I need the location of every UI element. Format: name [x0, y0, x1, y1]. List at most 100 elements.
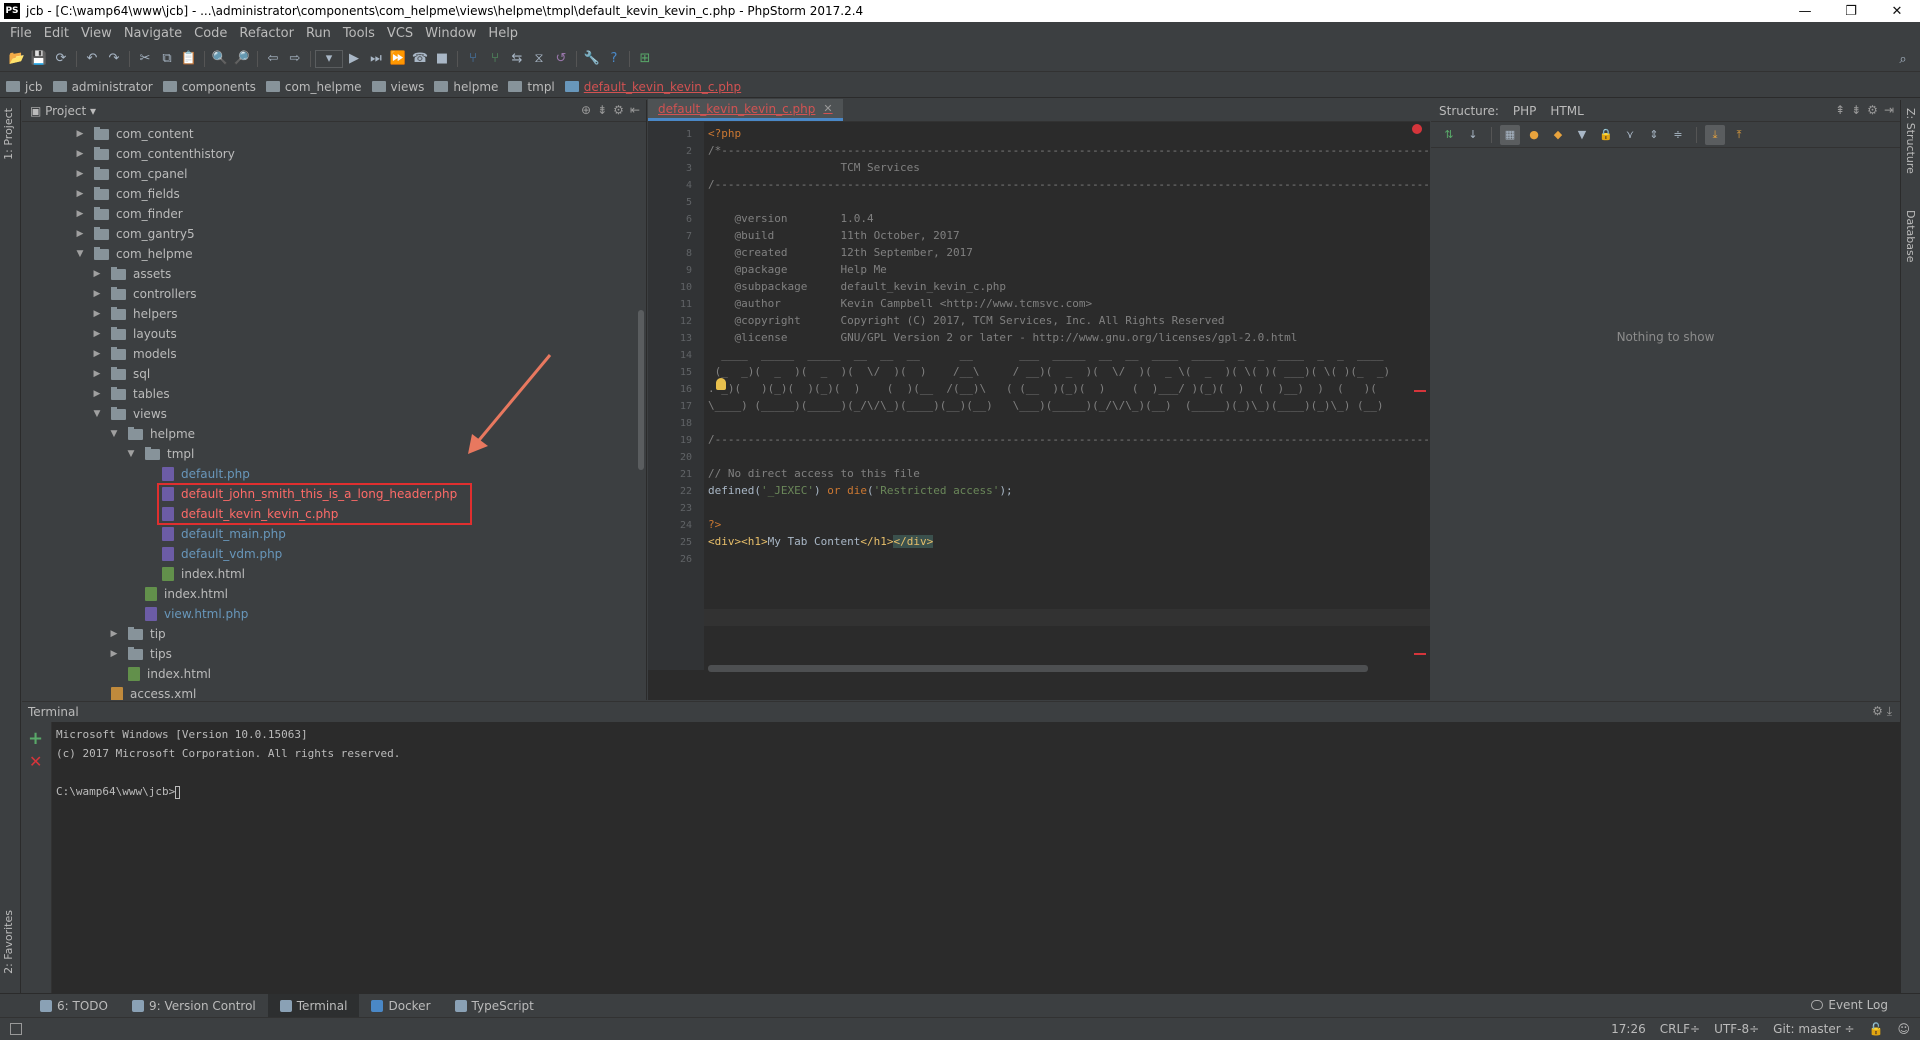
find-icon[interactable]: 🔍 [209, 48, 231, 70]
code-area[interactable]: <?php /*---------------------------------… [708, 122, 1430, 670]
git-branch-selector[interactable]: Git: master ÷ [1773, 1022, 1854, 1036]
menu-file[interactable]: File [4, 26, 38, 41]
sync-icon[interactable]: ⟳ [50, 48, 72, 70]
autoscroll-to-source-icon[interactable]: ⤓ [1705, 124, 1725, 145]
autoscroll-from-source-icon[interactable]: ⤒ [1729, 125, 1749, 145]
crumb-current-file[interactable]: default_kevin_kevin_c.php [564, 80, 751, 94]
collapsed-arrow-icon[interactable]: ▶ [91, 369, 103, 379]
tree-folder[interactable]: ▶ helpers [22, 304, 646, 324]
debug-icon[interactable]: ⏭ [365, 48, 387, 70]
menu-refactor[interactable]: Refactor [233, 26, 300, 41]
tree-folder[interactable]: ▶ layouts [22, 324, 646, 344]
tree-folder[interactable]: ▶ tips [22, 644, 646, 664]
menu-navigate[interactable]: Navigate [118, 26, 188, 41]
run-config-dropdown[interactable]: ▾ [315, 49, 343, 68]
favorites-tool-tab[interactable]: 2: Favorites [2, 910, 15, 974]
redo-icon[interactable]: ↷ [103, 48, 125, 70]
help-icon[interactable]: ? [603, 48, 625, 70]
tree-file[interactable]: index.html [22, 564, 646, 584]
menu-view[interactable]: View [75, 26, 118, 41]
close-tab-icon[interactable]: ✕ [823, 102, 832, 115]
collapsed-arrow-icon[interactable]: ▶ [74, 129, 86, 139]
show-private-icon[interactable]: 🔒 [1596, 125, 1616, 145]
hide-panel-icon[interactable]: ⤓ [1887, 704, 1892, 718]
project-tool-tab[interactable]: 1: Project [2, 108, 15, 160]
crumb-jcb[interactable]: jcb [6, 80, 53, 94]
tree-file[interactable]: access.xml [22, 684, 646, 700]
show-includes-icon[interactable]: ⋎ [1620, 125, 1640, 145]
tree-file[interactable]: index.html [22, 664, 646, 684]
undo-icon[interactable]: ↶ [81, 48, 103, 70]
vcs-history-icon[interactable]: ⧖ [528, 48, 550, 70]
collapsed-arrow-icon[interactable]: ▶ [91, 289, 103, 299]
menu-vcs[interactable]: VCS [381, 26, 419, 41]
gear-icon[interactable]: ⚙ [1872, 704, 1883, 718]
collapsed-arrow-icon[interactable]: ▶ [74, 169, 86, 179]
structure-tab-php[interactable]: PHP [1513, 104, 1537, 118]
listen-debug-icon[interactable]: ☎ [409, 48, 431, 70]
save-all-icon[interactable]: 💾 [28, 48, 50, 70]
crumb-administrator[interactable]: administrator [52, 80, 163, 94]
menu-edit[interactable]: Edit [38, 26, 75, 41]
terminal-output[interactable]: Microsoft Windows [Version 10.0.15063] (… [56, 728, 400, 804]
show-fields-icon[interactable]: ● [1524, 125, 1544, 145]
expand-all-icon[interactable]: ⇞ [1835, 103, 1845, 117]
lock-icon[interactable]: 🔓 [1869, 1022, 1884, 1036]
plugin-icon[interactable]: ⊞ [634, 48, 656, 70]
event-log-button[interactable]: Event Log [1811, 998, 1888, 1012]
show-constants-icon[interactable]: ◆ [1548, 125, 1568, 145]
menu-run[interactable]: Run [300, 26, 337, 41]
vcs-update-icon[interactable]: ⑂ [462, 48, 484, 70]
tree-file[interactable]: view.html.php [22, 604, 646, 624]
typescript-tab[interactable]: TypeScript [443, 994, 546, 1018]
copy-icon[interactable]: ⧉ [156, 48, 178, 70]
menu-help[interactable]: Help [482, 26, 524, 41]
todo-tab[interactable]: 6: TODO [28, 994, 120, 1018]
open-folder-icon[interactable]: 📂 [6, 48, 28, 70]
crumb-views[interactable]: views [371, 80, 435, 94]
forward-icon[interactable]: ⇨ [284, 48, 306, 70]
minimize-button[interactable]: — [1782, 0, 1828, 22]
project-view-selector[interactable]: ▣ Project ▾ [30, 104, 96, 118]
tree-folder[interactable]: ▶ com_fields [22, 184, 646, 204]
tree-folder[interactable]: ▶ com_cpanel [22, 164, 646, 184]
close-session-icon[interactable]: ✕ [29, 752, 42, 771]
tree-folder[interactable]: ▶ assets [22, 264, 646, 284]
sort-alpha-icon[interactable]: ↓ [1463, 125, 1483, 145]
gear-icon[interactable]: ⚙ [1867, 103, 1878, 117]
line-separator-selector[interactable]: CRLF÷ [1660, 1022, 1700, 1036]
database-tool-tab[interactable]: Database [1904, 210, 1917, 263]
close-window-button[interactable]: ✕ [1874, 0, 1920, 22]
paste-icon[interactable]: 📋 [178, 48, 200, 70]
collapsed-arrow-icon[interactable]: ▶ [91, 269, 103, 279]
error-stripe-marker[interactable] [1414, 390, 1426, 392]
replace-icon[interactable]: 🔎 [231, 48, 253, 70]
hide-panel-icon[interactable]: ⇤ [630, 103, 640, 117]
run-icon[interactable]: ▶ [343, 48, 365, 70]
new-session-icon[interactable]: + [28, 728, 43, 749]
collapsed-arrow-icon[interactable]: ▶ [91, 389, 103, 399]
collapsed-arrow-icon[interactable]: ▶ [74, 189, 86, 199]
tree-file[interactable]: default_main.php [22, 524, 646, 544]
expanded-arrow-icon[interactable]: ▼ [125, 449, 137, 459]
project-scrollbar[interactable] [638, 310, 644, 470]
terminal-tab[interactable]: Terminal [267, 993, 360, 1018]
crumb-helpme[interactable]: helpme [434, 80, 508, 94]
collapsed-arrow-icon[interactable]: ▶ [108, 649, 120, 659]
vcs-revert-icon[interactable]: ↺ [550, 48, 572, 70]
settings-wrench-icon[interactable]: 🔧 [581, 48, 603, 70]
tree-file[interactable]: default_vdm.php [22, 544, 646, 564]
collapsed-arrow-icon[interactable]: ▶ [91, 309, 103, 319]
expanded-arrow-icon[interactable]: ▼ [74, 249, 86, 259]
structure-tab-html[interactable]: HTML [1550, 104, 1583, 118]
vcs-compare-icon[interactable]: ⇆ [506, 48, 528, 70]
docker-tab[interactable]: Docker [359, 994, 442, 1018]
structure-tool-tab[interactable]: Z: Structure [1904, 108, 1917, 174]
expanded-arrow-icon[interactable]: ▼ [91, 409, 103, 419]
stop-icon[interactable]: ■ [431, 48, 453, 70]
toggle-tool-windows-icon[interactable] [10, 1023, 22, 1035]
coverage-icon[interactable]: ⏩ [387, 48, 409, 70]
intention-bulb-icon[interactable] [716, 378, 726, 390]
back-icon[interactable]: ⇦ [262, 48, 284, 70]
tree-folder[interactable]: ▶ tip [22, 624, 646, 644]
